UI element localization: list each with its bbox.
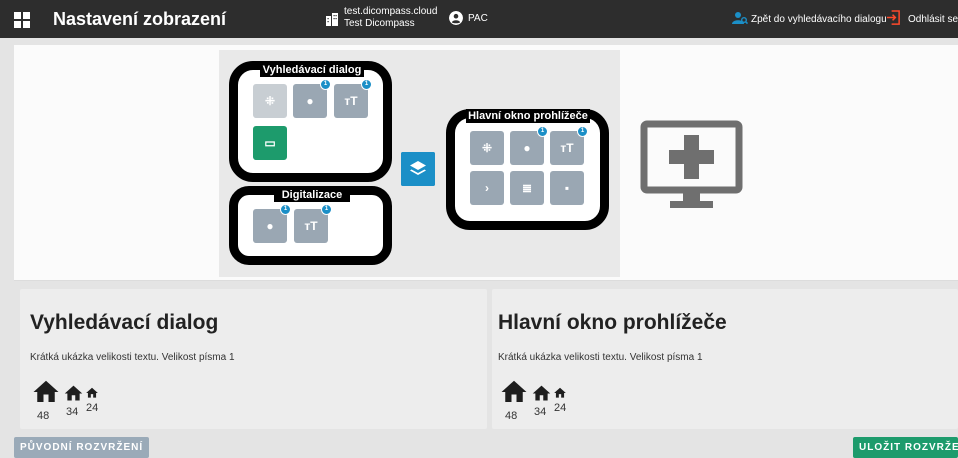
text-sample: Krátká ukázka velikosti textu. Velikost … <box>30 352 235 363</box>
text-sample: Krátká ukázka velikosti textu. Velikost … <box>498 352 703 363</box>
card-title: Hlavní okno prohlížeče <box>498 311 727 334</box>
panel-title: Digitalizace <box>274 188 350 202</box>
account-icon <box>449 11 463 25</box>
palette-icon: ● <box>523 141 531 155</box>
tenant-name: Test Dicompass <box>344 18 415 29</box>
palette-tile[interactable]: ● 1 <box>253 204 291 243</box>
size-label: 34 <box>534 406 547 418</box>
badge: 1 <box>577 126 588 137</box>
size-label: 48 <box>37 410 50 422</box>
layers-icon[interactable] <box>401 152 435 186</box>
laptop-tile[interactable]: ▭ <box>253 126 287 160</box>
list-tile[interactable]: ≣ <box>510 171 544 205</box>
square-icon: ▪ <box>564 181 570 195</box>
size-label: 24 <box>554 402 567 414</box>
size-label: 34 <box>66 406 79 418</box>
resize-tile[interactable]: ⁜ <box>253 84 287 118</box>
font-card-search-dialog[interactable]: Vyhledávací dialog Krátká ukázka velikos… <box>20 289 487 429</box>
resize-tile[interactable]: ⁜ <box>470 131 504 165</box>
palette-tile[interactable]: ● 1 <box>293 79 331 118</box>
palette-tile[interactable]: ● 1 <box>510 126 548 165</box>
palette-icon: ● <box>306 94 314 108</box>
badge: 1 <box>537 126 548 137</box>
chevron-tile[interactable]: › <box>470 171 504 205</box>
resize-icon: ⁜ <box>481 141 493 155</box>
home-icon[interactable] <box>553 386 567 400</box>
top-bar: Nastavení zobrazení test.dicompass.cloud… <box>0 0 958 38</box>
back-link-label: Zpět do vyhledávacího dialogu <box>751 14 887 25</box>
square-tile[interactable]: ▪ <box>550 171 584 205</box>
text-size-tile[interactable]: тT 1 <box>334 79 372 118</box>
size-label: 24 <box>86 402 99 414</box>
tenant-url: test.dicompass.cloud <box>344 6 438 17</box>
text-size-icon: тT <box>560 141 574 155</box>
badge: 1 <box>280 204 291 215</box>
building-icon <box>326 13 338 26</box>
badge: 1 <box>361 79 372 90</box>
badge: 1 <box>321 204 332 215</box>
laptop-icon: ▭ <box>264 136 276 150</box>
page-title: Nastavení zobrazení <box>53 9 227 29</box>
grid-menu-icon[interactable] <box>14 12 30 28</box>
home-icon[interactable] <box>63 383 84 404</box>
logout-label: Odhlásit se <box>908 14 958 25</box>
logout-icon <box>886 10 900 25</box>
user-name: PAC <box>468 13 488 24</box>
card-title: Vyhledávací dialog <box>30 311 219 334</box>
text-size-icon: тT <box>344 94 358 108</box>
save-layout-button[interactable]: ULOŽIT ROZVRŽENÍ <box>853 437 958 458</box>
font-card-main-viewer[interactable]: Hlavní okno prohlížeče Krátká ukázka vel… <box>492 289 958 429</box>
home-icon[interactable] <box>499 377 529 407</box>
home-icon[interactable] <box>531 383 552 404</box>
user-search-icon <box>732 12 748 25</box>
resize-icon: ⁜ <box>264 94 276 108</box>
reset-layout-button[interactable]: PŮVODNÍ ROZVRŽENÍ <box>14 437 150 458</box>
text-size-tile[interactable]: тT 1 <box>550 126 588 165</box>
home-icon[interactable] <box>31 377 61 407</box>
badge: 1 <box>320 79 331 90</box>
chevron-right-icon: › <box>485 181 489 195</box>
text-size-icon: тT <box>304 219 318 233</box>
text-size-tile[interactable]: тT 1 <box>294 204 332 243</box>
list-icon: ≣ <box>521 181 533 195</box>
layout-preview-area: Vyhledávací dialog ⁜ ● 1 тT 1 ▭ Digitaliza… <box>14 45 958 281</box>
home-icon[interactable] <box>85 386 99 400</box>
add-monitor-icon[interactable] <box>640 120 743 212</box>
palette-icon: ● <box>266 219 274 233</box>
layout-canvas: Vyhledávací dialog ⁜ ● 1 тT 1 ▭ Digitaliza… <box>219 50 620 277</box>
panel-title: Vyhledávací dialog <box>260 63 364 77</box>
panel-title: Hlavní okno prohlížeče <box>466 109 590 123</box>
size-label: 48 <box>505 410 518 422</box>
